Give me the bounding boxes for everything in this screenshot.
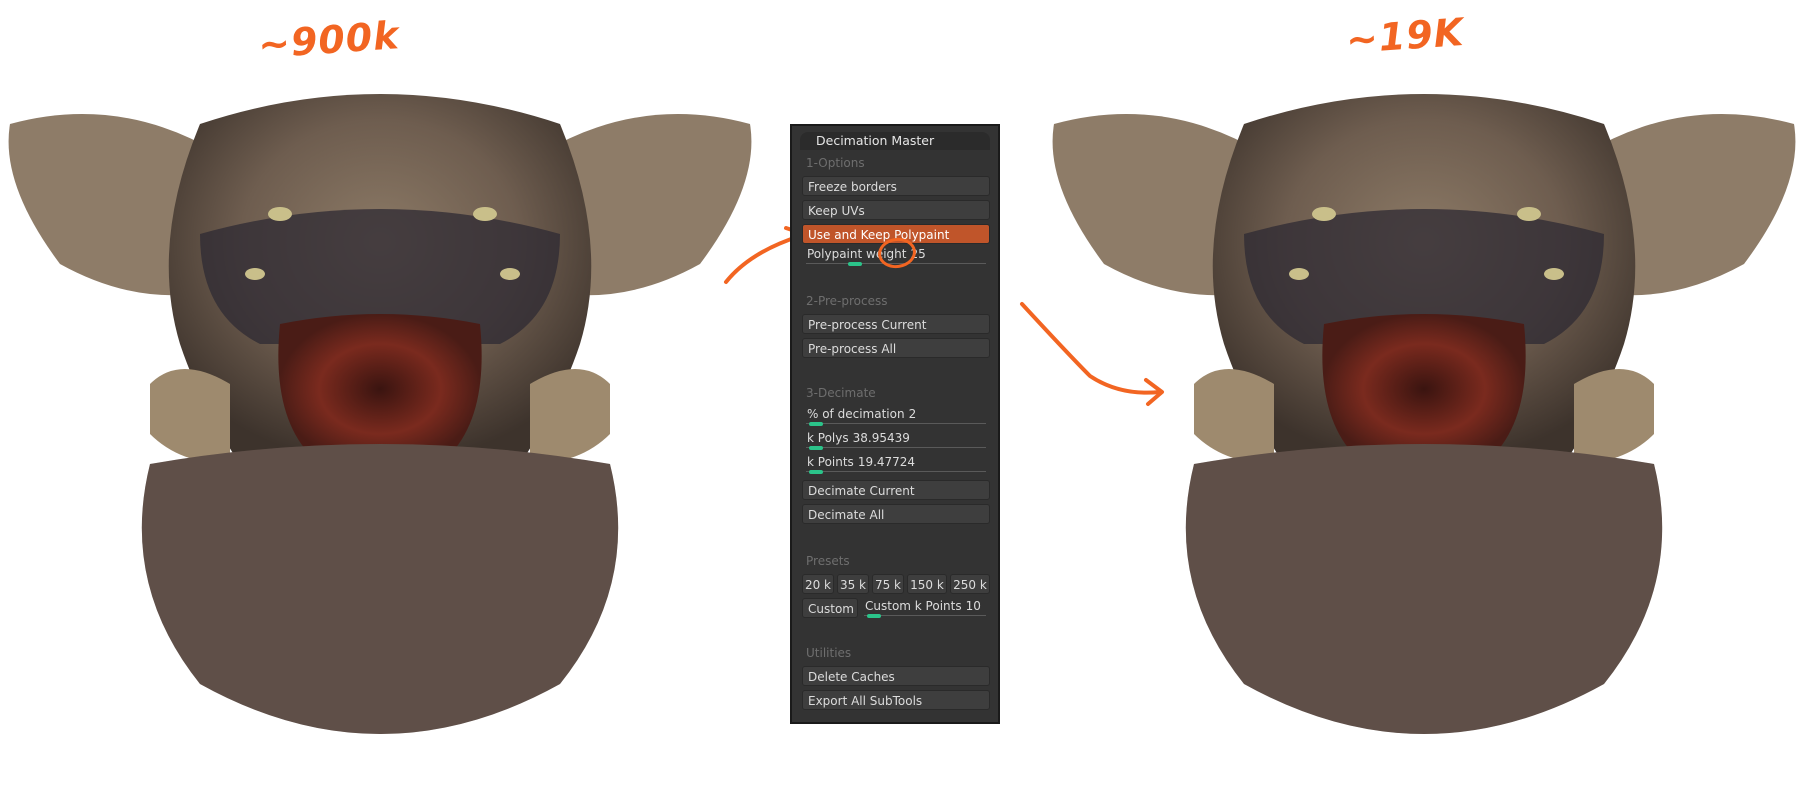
keep-uvs-button[interactable]: Keep UVs — [802, 200, 990, 220]
slider-track — [806, 423, 986, 424]
section-label-presets: Presets — [806, 554, 850, 568]
decimate-all-button[interactable]: Decimate All — [802, 504, 990, 524]
delete-caches-button[interactable]: Delete Caches — [802, 666, 990, 686]
k-polys-slider[interactable]: k Polys 38.95439 — [802, 430, 990, 450]
custom-k-points-label: Custom k Points — [865, 599, 962, 613]
export-all-subtools-button[interactable]: Export All SubTools — [802, 690, 990, 710]
slider-thumb[interactable] — [809, 446, 824, 450]
high-poly-count-label: ~900k — [256, 13, 401, 67]
section-label-utilities: Utilities — [806, 646, 852, 660]
decimate-current-button[interactable]: Decimate Current — [802, 480, 990, 500]
preset-35k-button[interactable]: 35 k — [837, 574, 869, 594]
preprocess-current-button[interactable]: Pre-process Current — [802, 314, 990, 334]
k-polys-label: k Polys — [807, 431, 849, 445]
section-label-preprocess: 2-Pre-process — [806, 294, 888, 308]
annotation-arrow-to-result — [1020, 302, 1164, 406]
slider-track — [864, 615, 986, 616]
decimation-master-panel: Decimation Master 1-Options Freeze borde… — [790, 124, 1000, 724]
section-label-decimate: 3-Decimate — [806, 386, 876, 400]
pct-decimation-label: % of decimation — [807, 407, 905, 421]
preset-150k-button[interactable]: 150 k — [907, 574, 947, 594]
k-points-label: k Points — [807, 455, 854, 469]
slider-thumb[interactable] — [847, 262, 862, 266]
freeze-borders-button[interactable]: Freeze borders — [802, 176, 990, 196]
custom-preset-button[interactable]: Custom — [802, 598, 858, 618]
preset-250k-button[interactable]: 250 k — [950, 574, 990, 594]
creature-render-low-poly — [1052, 94, 1796, 734]
k-points-slider[interactable]: k Points 19.47724 — [802, 454, 990, 474]
slider-track — [806, 471, 986, 472]
slider-thumb[interactable] — [809, 422, 824, 426]
panel-title: Decimation Master — [800, 132, 990, 150]
custom-k-points-slider[interactable]: Custom k Points 10 — [860, 598, 990, 618]
preset-20k-button[interactable]: 20 k — [802, 574, 834, 594]
section-label-options: 1-Options — [806, 156, 865, 170]
k-points-value: 19.47724 — [857, 455, 916, 469]
creature-render-high-poly — [8, 94, 752, 734]
slider-thumb[interactable] — [867, 614, 882, 618]
preprocess-all-button[interactable]: Pre-process All — [802, 338, 990, 358]
low-poly-count-label: ~19K — [1344, 9, 1466, 63]
k-polys-value: 38.95439 — [852, 431, 910, 445]
slider-thumb[interactable] — [809, 470, 824, 474]
custom-k-points-value: 10 — [965, 599, 981, 613]
slider-track — [806, 447, 986, 448]
pct-decimation-value: 2 — [908, 407, 917, 421]
pct-decimation-slider[interactable]: % of decimation 2 — [802, 406, 990, 426]
preset-75k-button[interactable]: 75 k — [872, 574, 904, 594]
canvas: ~900k ~19K Decimation Master 1-Options F… — [0, 0, 1804, 804]
